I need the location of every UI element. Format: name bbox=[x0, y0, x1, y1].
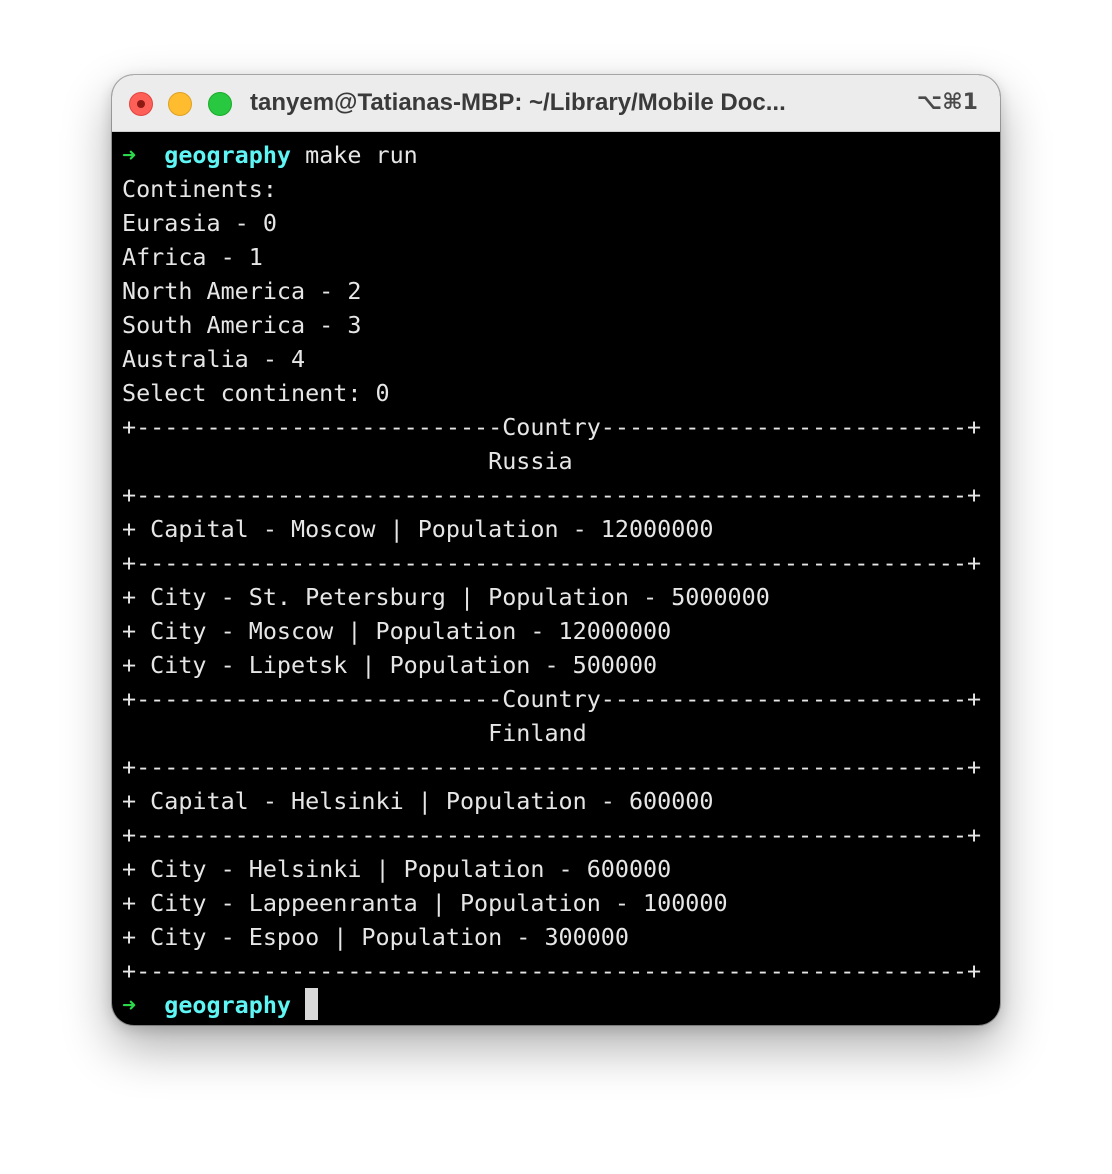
output-line: + Capital - Moscow | Population - 120000… bbox=[122, 515, 714, 543]
output-line: Australia - 4 bbox=[122, 345, 306, 373]
prompt-arrow-icon: ➜ bbox=[122, 141, 137, 169]
output-line: Continents: bbox=[122, 175, 277, 203]
output-line: +---------------------------------------… bbox=[122, 549, 982, 577]
prompt-directory: geography bbox=[164, 991, 292, 1019]
command-line: ➜ geography make run bbox=[122, 138, 992, 172]
output-line: Russia bbox=[122, 447, 573, 475]
output-line: + City - St. Petersburg | Population - 5… bbox=[122, 583, 770, 611]
text-cursor bbox=[305, 988, 319, 1020]
maximize-button[interactable] bbox=[208, 92, 232, 116]
window-title: tanyem@Tatianas-MBP: ~/Library/Mobile Do… bbox=[250, 89, 786, 116]
output-line: + City - Espoo | Population - 300000 bbox=[122, 923, 629, 951]
prompt-directory: geography bbox=[164, 141, 292, 169]
terminal-window: tanyem@Tatianas-MBP: ~/Library/Mobile Do… bbox=[112, 75, 1000, 1025]
output-line: +--------------------------Country------… bbox=[122, 685, 982, 713]
output-line: North America - 2 bbox=[122, 277, 362, 305]
prompt-line[interactable]: ➜ geography bbox=[122, 988, 992, 1022]
title-bar[interactable]: tanyem@Tatianas-MBP: ~/Library/Mobile Do… bbox=[112, 75, 1000, 132]
output-line: + City - Lappeenranta | Population - 100… bbox=[122, 889, 728, 917]
output-line: + City - Moscow | Population - 12000000 bbox=[122, 617, 672, 645]
output-line: + Capital - Helsinki | Population - 6000… bbox=[122, 787, 714, 815]
output-line: +---------------------------------------… bbox=[122, 753, 982, 781]
close-button[interactable] bbox=[129, 92, 153, 116]
command-text: make run bbox=[305, 141, 418, 169]
output-line: South America - 3 bbox=[122, 311, 362, 339]
output-line: +---------------------------------------… bbox=[122, 821, 982, 849]
minimize-button[interactable] bbox=[168, 92, 192, 116]
output-line: + City - Helsinki | Population - 600000 bbox=[122, 855, 672, 883]
close-icon bbox=[137, 100, 145, 108]
output-line: + City - Lipetsk | Population - 500000 bbox=[122, 651, 658, 679]
prompt-arrow-icon: ➜ bbox=[122, 991, 137, 1019]
output-line: Eurasia - 0 bbox=[122, 209, 277, 237]
window-shortcut: ⌥⌘1 bbox=[916, 90, 978, 115]
terminal-content[interactable]: ➜ geography make run Continents: Eurasia… bbox=[122, 138, 992, 1022]
output-line: Finland bbox=[122, 719, 587, 747]
output-line: Africa - 1 bbox=[122, 243, 263, 271]
output-line: +--------------------------Country------… bbox=[122, 413, 982, 441]
output-line: +---------------------------------------… bbox=[122, 481, 982, 509]
output-line: Select continent: 0 bbox=[122, 379, 390, 407]
output-line: +---------------------------------------… bbox=[122, 957, 982, 985]
